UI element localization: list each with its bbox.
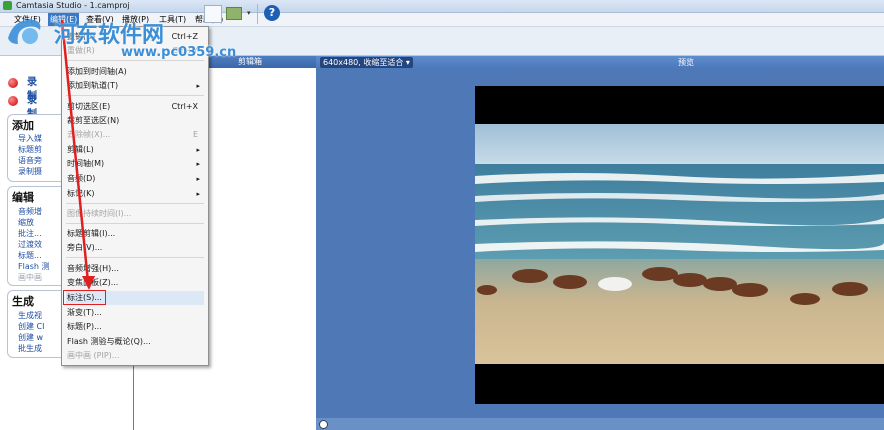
tutorial-arrow [60,19,95,290]
watermark-url: www.pc0359.cn [121,45,237,60]
watermark-logo [8,19,41,44]
